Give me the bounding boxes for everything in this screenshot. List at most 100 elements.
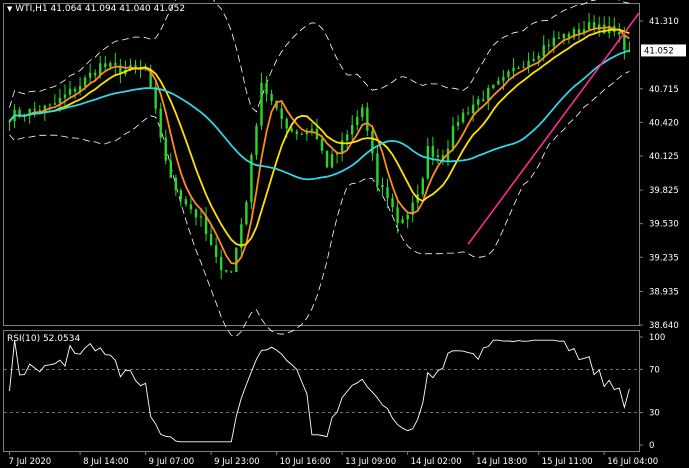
candle-body [53, 103, 57, 105]
candle-body [88, 72, 92, 78]
candle-body [492, 84, 495, 88]
time-tick-label: 9 Jul 07:00 [149, 457, 195, 467]
candle-body [83, 77, 87, 87]
candle-body [255, 125, 258, 155]
price-tick-label: 39.530 [649, 220, 679, 230]
rsi-layer [9, 339, 630, 443]
candle-body [361, 107, 364, 117]
price-tick-label: 39.235 [649, 253, 679, 263]
candle-body [330, 154, 334, 168]
candle-body [154, 86, 157, 109]
time-tick-label: 9 Jul 23:00 [214, 457, 260, 467]
candles [8, 13, 631, 280]
candle-body [517, 67, 520, 69]
candle-body [225, 270, 228, 272]
candle-body [280, 108, 283, 119]
price-tick-label: 38.640 [649, 321, 679, 331]
candle-body [381, 185, 384, 188]
candle-body [184, 199, 188, 205]
rsi-line [9, 339, 630, 443]
candle-body [169, 160, 172, 178]
candle-body [300, 133, 304, 135]
candle-body [497, 80, 500, 85]
candle-body [265, 82, 268, 94]
candle-body [189, 204, 193, 210]
candle-body [542, 45, 545, 56]
candle-body [401, 219, 404, 224]
candle-body [351, 125, 354, 135]
rsi-tick-label: 70 [649, 365, 660, 375]
candle-body [406, 214, 409, 220]
candle-body [547, 45, 550, 47]
moving-average-line-5 [8, 26, 630, 265]
candle-body [159, 108, 162, 138]
time-tick-label: 14 Jul 02:00 [411, 457, 462, 467]
candle-body [179, 190, 183, 200]
candle-body [310, 128, 314, 131]
candle-body [240, 224, 243, 248]
candle-body [431, 146, 435, 157]
candle-body [199, 216, 203, 218]
candle-body [320, 139, 324, 151]
collapse-triangle-icon[interactable]: ▼ [7, 5, 12, 13]
candle-body [209, 234, 213, 246]
candle-body [461, 112, 465, 123]
candle-body [512, 67, 515, 72]
rsi-tick-label: 0 [649, 441, 654, 451]
bollinger-upper-band [9, 0, 630, 113]
candle-body [532, 58, 535, 61]
bollinger-lower-band [9, 71, 630, 337]
candle-body [58, 97, 62, 104]
time-scale: 7 Jul 2020 8 Jul 14:00 9 Jul 07:00 9 Jul 23… [9, 451, 658, 467]
candle-body [33, 108, 36, 111]
candle-body [164, 137, 167, 161]
candle-body [285, 118, 288, 129]
candle-body [557, 37, 561, 39]
symbol-name: WTI,H1 [15, 4, 48, 14]
price-tick-label: 40.420 [649, 118, 679, 128]
candle-body [618, 32, 621, 35]
candle-body [356, 116, 359, 126]
candle-body [104, 63, 107, 67]
chart-root: 41.310 40.715 40.420 40.125 39.825 39.530 39.2… [3, 0, 686, 467]
price-tick-label: 39.825 [649, 186, 679, 196]
price-tick-label: 41.310 [649, 17, 679, 27]
rsi-header: RSI(10) 52.0534 [7, 334, 80, 344]
candle-body [487, 87, 490, 101]
candle-body [174, 177, 178, 191]
symbol-header: ▼ WTI,H1 41.064 41.094 41.040 41.052 [7, 4, 185, 14]
candle-body [522, 67, 525, 69]
time-tick-label: 14 Jul 18:00 [476, 457, 527, 467]
candle-body [68, 88, 72, 95]
price-scale: 41.310 40.715 40.420 40.125 39.825 39.530 39.2… [639, 17, 679, 331]
rsi-scale: 100 70 30 0 [639, 333, 665, 451]
current-price-tag: 41.052 [641, 44, 686, 57]
rsi-title: RSI(10) 52.0534 [7, 334, 81, 344]
candle-body [63, 94, 67, 98]
candle-body [235, 247, 238, 272]
candle-body [93, 72, 97, 76]
candle-body [466, 112, 470, 114]
candle-body [230, 271, 233, 273]
candle-body [270, 93, 273, 101]
candle-body [376, 153, 379, 186]
candle-body [194, 209, 198, 218]
candle-body [477, 99, 480, 105]
candle-body [109, 62, 112, 67]
candle-body [396, 207, 399, 224]
candle-body [290, 128, 293, 132]
candle-body [426, 146, 430, 179]
candle-body [295, 131, 298, 134]
time-tick-label: 16 Jul 04:00 [607, 457, 658, 467]
time-tick-label: 15 Jul 11:00 [542, 457, 593, 467]
rsi-levels [4, 368, 639, 414]
candle-body [451, 125, 455, 149]
candle-body [386, 187, 389, 199]
time-tick-label: 7 Jul 2020 [9, 457, 52, 467]
time-tick-label: 8 Jul 14:00 [83, 457, 129, 467]
rsi-tick-label: 100 [649, 333, 665, 343]
candle-body [214, 245, 218, 257]
candle-body [537, 55, 540, 59]
candle-body [48, 104, 52, 106]
candle-body [562, 33, 566, 39]
